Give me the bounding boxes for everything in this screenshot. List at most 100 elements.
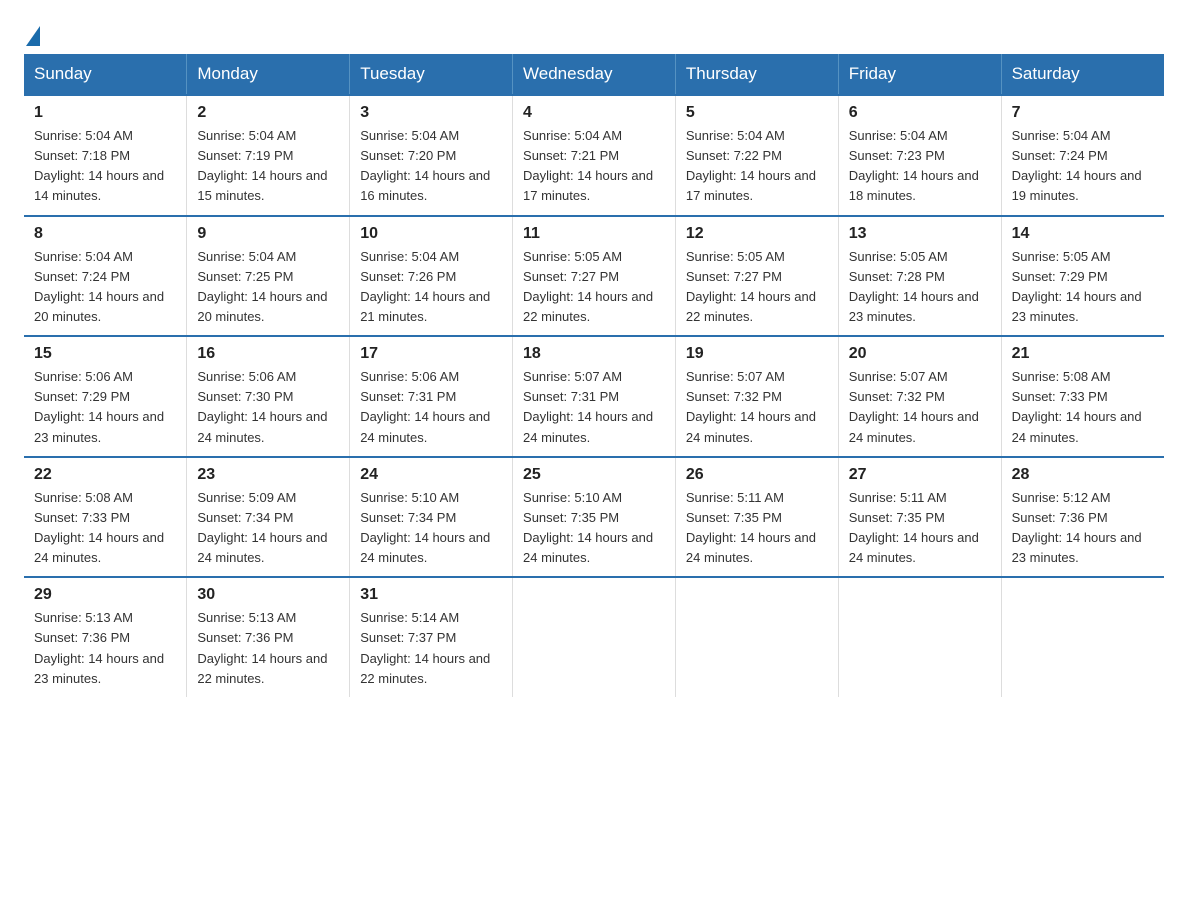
- day-info: Sunrise: 5:07 AMSunset: 7:32 PMDaylight:…: [849, 367, 991, 448]
- day-number: 23: [197, 466, 339, 484]
- calendar-cell: 3Sunrise: 5:04 AMSunset: 7:20 PMDaylight…: [350, 95, 513, 216]
- day-number: 19: [686, 345, 828, 363]
- day-info: Sunrise: 5:04 AMSunset: 7:18 PMDaylight:…: [34, 126, 176, 207]
- logo: [24, 24, 42, 44]
- day-number: 10: [360, 225, 502, 243]
- calendar-cell: 1 Sunrise: 5:04 AMSunset: 7:18 PMDaylight…: [24, 95, 187, 216]
- header-sunday: Sunday: [24, 54, 187, 95]
- day-number: 31: [360, 586, 502, 604]
- calendar-cell: 28Sunrise: 5:12 AMSunset: 7:36 PMDayligh…: [1001, 457, 1164, 578]
- day-number: 30: [197, 586, 339, 604]
- day-info: Sunrise: 5:04 AMSunset: 7:26 PMDaylight:…: [360, 247, 502, 328]
- day-info: Sunrise: 5:12 AMSunset: 7:36 PMDaylight:…: [1012, 488, 1154, 569]
- day-info: Sunrise: 5:13 AMSunset: 7:36 PMDaylight:…: [197, 608, 339, 689]
- calendar-cell: 29Sunrise: 5:13 AMSunset: 7:36 PMDayligh…: [24, 577, 187, 697]
- day-info: Sunrise: 5:07 AMSunset: 7:32 PMDaylight:…: [686, 367, 828, 448]
- day-info: Sunrise: 5:14 AMSunset: 7:37 PMDaylight:…: [360, 608, 502, 689]
- day-number: 13: [849, 225, 991, 243]
- day-info: Sunrise: 5:05 AMSunset: 7:29 PMDaylight:…: [1012, 247, 1154, 328]
- day-info: Sunrise: 5:07 AMSunset: 7:31 PMDaylight:…: [523, 367, 665, 448]
- calendar-week-row: 15 Sunrise: 5:06 AMSunset: 7:29 PMDayligh…: [24, 336, 1164, 457]
- day-number: 7: [1012, 104, 1154, 122]
- day-info: Sunrise: 5:05 AMSunset: 7:27 PMDaylight:…: [523, 247, 665, 328]
- header-friday: Friday: [838, 54, 1001, 95]
- day-number: 17: [360, 345, 502, 363]
- calendar-cell: 12 Sunrise: 5:05 AMSunset: 7:27 PMDayligh…: [675, 216, 838, 337]
- calendar-week-row: 29 Sunrise: 5:13 AMSunset: 7:36 PMDayligh…: [24, 577, 1164, 697]
- calendar-cell: [838, 577, 1001, 697]
- day-number: 1: [34, 104, 176, 122]
- day-info: Sunrise: 5:05 AMSunset: 7:27 PMDaylight:…: [686, 247, 828, 328]
- calendar-week-row: 8 Sunrise: 5:04 AMSunset: 7:24 PMDaylight…: [24, 216, 1164, 337]
- day-info: Sunrise: 5:04 AMSunset: 7:25 PMDaylight:…: [197, 247, 339, 328]
- calendar-cell: 5 Sunrise: 5:04 AMSunset: 7:22 PMDaylight…: [675, 95, 838, 216]
- day-number: 24: [360, 466, 502, 484]
- calendar-cell: 11 Sunrise: 5:05 AMSunset: 7:27 PMDayligh…: [513, 216, 676, 337]
- page-header: [24, 24, 1164, 44]
- calendar-cell: 18 Sunrise: 5:07 AMSunset: 7:31 PMDayligh…: [513, 336, 676, 457]
- day-number: 27: [849, 466, 991, 484]
- header-wednesday: Wednesday: [513, 54, 676, 95]
- calendar-cell: 22 Sunrise: 5:08 AMSunset: 7:33 PMDayligh…: [24, 457, 187, 578]
- day-info: Sunrise: 5:04 AMSunset: 7:22 PMDaylight:…: [686, 126, 828, 207]
- day-info: Sunrise: 5:08 AMSunset: 7:33 PMDaylight:…: [1012, 367, 1154, 448]
- calendar-cell: 21 Sunrise: 5:08 AMSunset: 7:33 PMDayligh…: [1001, 336, 1164, 457]
- calendar-cell: 14 Sunrise: 5:05 AMSunset: 7:29 PMDayligh…: [1001, 216, 1164, 337]
- day-info: Sunrise: 5:04 AMSunset: 7:19 PMDaylight:…: [197, 126, 339, 207]
- day-number: 16: [197, 345, 339, 363]
- header-thursday: Thursday: [675, 54, 838, 95]
- day-number: 21: [1012, 345, 1154, 363]
- calendar-cell: 20 Sunrise: 5:07 AMSunset: 7:32 PMDayligh…: [838, 336, 1001, 457]
- calendar-cell: [675, 577, 838, 697]
- calendar-cell: 17 Sunrise: 5:06 AMSunset: 7:31 PMDayligh…: [350, 336, 513, 457]
- day-info: Sunrise: 5:10 AMSunset: 7:35 PMDaylight:…: [523, 488, 665, 569]
- calendar-week-row: 1 Sunrise: 5:04 AMSunset: 7:18 PMDaylight…: [24, 95, 1164, 216]
- calendar-cell: [1001, 577, 1164, 697]
- day-number: 11: [523, 225, 665, 243]
- day-info: Sunrise: 5:06 AMSunset: 7:29 PMDaylight:…: [34, 367, 176, 448]
- day-info: Sunrise: 5:04 AMSunset: 7:21 PMDaylight:…: [523, 126, 665, 207]
- day-number: 12: [686, 225, 828, 243]
- calendar-cell: 9Sunrise: 5:04 AMSunset: 7:25 PMDaylight…: [187, 216, 350, 337]
- day-number: 2: [197, 104, 339, 122]
- calendar-cell: 4 Sunrise: 5:04 AMSunset: 7:21 PMDaylight…: [513, 95, 676, 216]
- day-info: Sunrise: 5:05 AMSunset: 7:28 PMDaylight:…: [849, 247, 991, 328]
- day-number: 22: [34, 466, 176, 484]
- calendar-cell: 6Sunrise: 5:04 AMSunset: 7:23 PMDaylight…: [838, 95, 1001, 216]
- calendar-cell: 13 Sunrise: 5:05 AMSunset: 7:28 PMDayligh…: [838, 216, 1001, 337]
- day-info: Sunrise: 5:04 AMSunset: 7:24 PMDaylight:…: [34, 247, 176, 328]
- calendar-cell: 19 Sunrise: 5:07 AMSunset: 7:32 PMDayligh…: [675, 336, 838, 457]
- day-number: 29: [34, 586, 176, 604]
- calendar-cell: [513, 577, 676, 697]
- day-number: 8: [34, 225, 176, 243]
- day-info: Sunrise: 5:06 AMSunset: 7:30 PMDaylight:…: [197, 367, 339, 448]
- day-number: 14: [1012, 225, 1154, 243]
- day-number: 4: [523, 104, 665, 122]
- day-info: Sunrise: 5:11 AMSunset: 7:35 PMDaylight:…: [849, 488, 991, 569]
- logo-triangle-icon: [26, 26, 40, 46]
- header-monday: Monday: [187, 54, 350, 95]
- header-saturday: Saturday: [1001, 54, 1164, 95]
- day-number: 5: [686, 104, 828, 122]
- calendar-cell: 2 Sunrise: 5:04 AMSunset: 7:19 PMDaylight…: [187, 95, 350, 216]
- day-number: 15: [34, 345, 176, 363]
- calendar-cell: 7 Sunrise: 5:04 AMSunset: 7:24 PMDaylight…: [1001, 95, 1164, 216]
- day-number: 26: [686, 466, 828, 484]
- day-info: Sunrise: 5:04 AMSunset: 7:23 PMDaylight:…: [849, 126, 991, 207]
- calendar-cell: 31 Sunrise: 5:14 AMSunset: 7:37 PMDayligh…: [350, 577, 513, 697]
- day-info: Sunrise: 5:06 AMSunset: 7:31 PMDaylight:…: [360, 367, 502, 448]
- day-info: Sunrise: 5:04 AMSunset: 7:24 PMDaylight:…: [1012, 126, 1154, 207]
- day-info: Sunrise: 5:04 AMSunset: 7:20 PMDaylight:…: [360, 126, 502, 207]
- calendar-week-row: 22 Sunrise: 5:08 AMSunset: 7:33 PMDayligh…: [24, 457, 1164, 578]
- day-number: 25: [523, 466, 665, 484]
- calendar-cell: 24Sunrise: 5:10 AMSunset: 7:34 PMDayligh…: [350, 457, 513, 578]
- day-number: 18: [523, 345, 665, 363]
- calendar-header-row: SundayMondayTuesdayWednesdayThursdayFrid…: [24, 54, 1164, 95]
- day-info: Sunrise: 5:11 AMSunset: 7:35 PMDaylight:…: [686, 488, 828, 569]
- calendar-cell: 8 Sunrise: 5:04 AMSunset: 7:24 PMDaylight…: [24, 216, 187, 337]
- calendar-cell: 16 Sunrise: 5:06 AMSunset: 7:30 PMDayligh…: [187, 336, 350, 457]
- day-info: Sunrise: 5:09 AMSunset: 7:34 PMDaylight:…: [197, 488, 339, 569]
- day-info: Sunrise: 5:08 AMSunset: 7:33 PMDaylight:…: [34, 488, 176, 569]
- day-number: 20: [849, 345, 991, 363]
- header-tuesday: Tuesday: [350, 54, 513, 95]
